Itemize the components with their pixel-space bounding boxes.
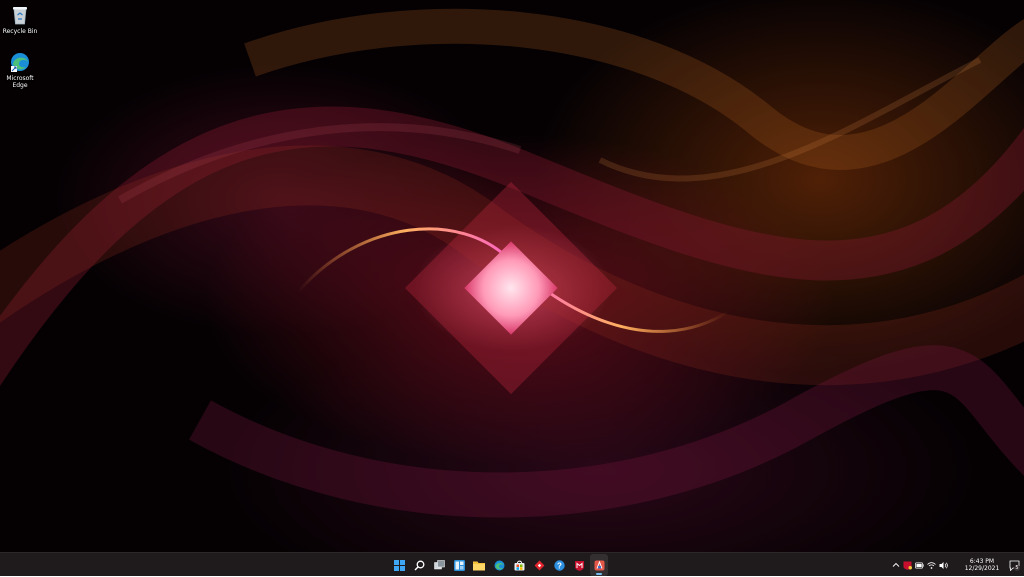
svg-text:?: ? (557, 561, 562, 570)
red-diamond-app-button[interactable] (530, 554, 548, 576)
network-button[interactable] (927, 561, 936, 570)
desktop-icon-recycle-bin[interactable]: Recycle Bin (0, 4, 40, 35)
taskbar: ? 6:43 PM 12/29/2021 5 (0, 552, 1024, 576)
store-icon (514, 560, 524, 570)
mcafee-icon (574, 560, 584, 571)
file-explorer-button[interactable] (470, 554, 488, 576)
battery-button[interactable] (915, 561, 924, 570)
wallpaper-art (0, 8, 1024, 518)
desktop-background: Recycle Bin Microsoft Edge (0, 0, 1024, 552)
wifi-icon (927, 561, 936, 569)
volume-icon (939, 561, 948, 569)
chevron-up-icon (892, 562, 899, 567)
edge-icon (494, 560, 504, 570)
volume-button[interactable] (939, 561, 948, 570)
running-app-icon (594, 560, 604, 570)
store-button[interactable] (510, 554, 528, 576)
clock-time: 6:43 PM (969, 558, 995, 565)
red-diamond-app-icon (534, 560, 544, 570)
search-button[interactable] (410, 554, 428, 576)
start-button[interactable] (390, 554, 408, 576)
battery-icon (915, 561, 924, 569)
taskbar-pinned-apps: ? (390, 553, 608, 577)
windows-start-icon (393, 559, 405, 571)
get-help-button[interactable]: ? (550, 554, 568, 576)
help-icon: ? (553, 559, 565, 571)
search-icon (414, 560, 424, 570)
task-view-icon (433, 559, 445, 569)
folder-icon (473, 561, 485, 570)
clock[interactable]: 6:43 PM 12/29/2021 (959, 558, 1005, 572)
show-hidden-icons-button[interactable] (891, 561, 900, 570)
mcafee-tray-button[interactable] (903, 561, 912, 570)
widgets-icon (453, 559, 465, 571)
mcafee-button[interactable] (570, 554, 588, 576)
mcafee-tray-icon (903, 561, 912, 570)
task-view-button[interactable] (430, 554, 448, 576)
edge-icon (9, 51, 31, 73)
recycle-bin-icon (9, 4, 31, 26)
edge-taskbar-button[interactable] (490, 554, 508, 576)
desktop-icon-edge[interactable]: Microsoft Edge (0, 51, 40, 89)
desktop-icon-label: Microsoft Edge (6, 75, 34, 89)
desktop-icon-label: Recycle Bin (2, 28, 38, 35)
notification-center-button[interactable]: 5 (1008, 560, 1020, 571)
widgets-button[interactable] (450, 554, 468, 576)
system-tray: 6:43 PM 12/29/2021 5 (891, 553, 1024, 577)
running-app-button[interactable] (590, 554, 608, 576)
notification-count-badge: 5 (1014, 565, 1020, 571)
clock-date: 12/29/2021 (964, 565, 1000, 572)
